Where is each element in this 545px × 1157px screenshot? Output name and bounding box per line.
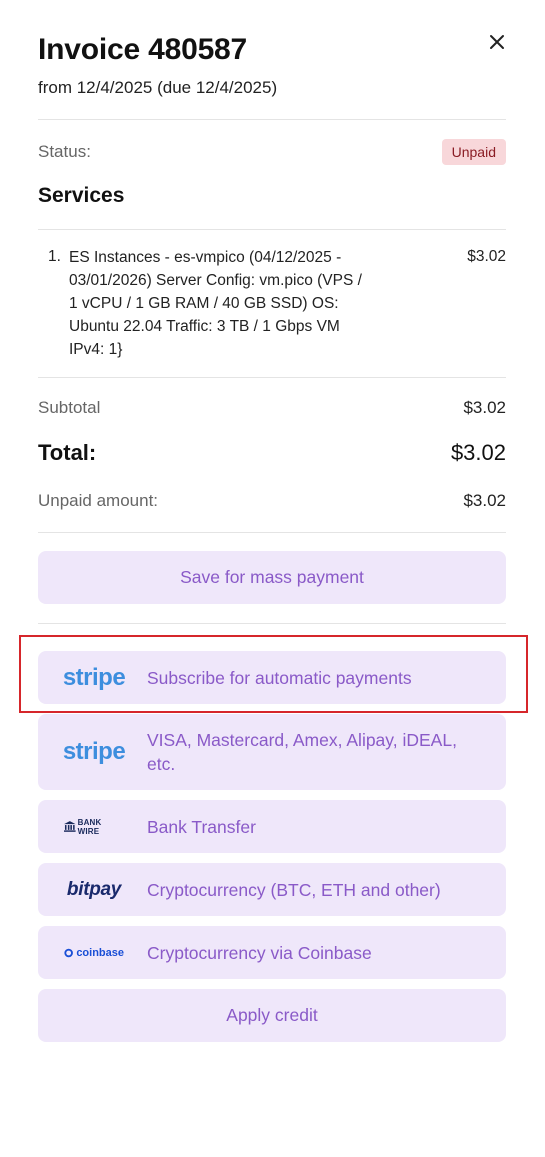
subtotal-label: Subtotal <box>38 398 101 417</box>
payment-stripe-card-button[interactable]: stripe VISA, Mastercard, Amex, Alipay, i… <box>38 714 506 790</box>
total-label: Total: <box>38 440 97 465</box>
stripe-logo: stripe <box>62 663 126 691</box>
unpaid-amount-value: $3.02 <box>463 491 506 510</box>
bank-icon <box>64 821 76 832</box>
divider <box>38 377 506 378</box>
close-button[interactable] <box>487 32 507 52</box>
payment-method-label: Subscribe for automatic payments <box>147 667 412 688</box>
divider <box>38 532 506 533</box>
coinbase-icon <box>64 948 73 957</box>
divider <box>38 119 506 120</box>
payment-stripe-subscribe-button[interactable]: stripe Subscribe for automatic payments <box>38 651 506 704</box>
service-number: 1. <box>48 248 61 265</box>
payment-coinbase-button[interactable]: coinbase Cryptocurrency via Coinbase <box>38 926 506 979</box>
payment-method-label: Bank Transfer <box>147 816 256 837</box>
divider <box>38 623 506 624</box>
service-description: ES Instances - es-vmpico (04/12/2025 - 0… <box>69 249 362 358</box>
apply-credit-label: Apply credit <box>226 1005 318 1025</box>
status-label: Status: <box>38 142 91 161</box>
unpaid-amount-label: Unpaid amount: <box>38 491 159 510</box>
payment-method-label: Cryptocurrency via Coinbase <box>147 942 372 963</box>
payment-method-label: VISA, Mastercard, Amex, Alipay, iDEAL, e… <box>147 730 457 774</box>
save-mass-payment-label: Save for mass payment <box>180 567 364 587</box>
total-value: $3.02 <box>450 440 506 465</box>
apply-credit-button[interactable]: Apply credit <box>38 989 506 1042</box>
bitpay-logo: bitpay <box>66 878 122 900</box>
payment-bitpay-button[interactable]: bitpay Cryptocurrency (BTC, ETH and othe… <box>38 863 506 916</box>
stripe-logo: stripe <box>62 738 126 765</box>
subtotal-value: $3.02 <box>463 398 506 417</box>
bank-wire-logo: BANK WIRE <box>64 818 124 836</box>
status-badge: Unpaid <box>441 139 506 165</box>
invoice-dates: from 12/4/2025 (due 12/4/2025) <box>38 78 278 97</box>
invoice-title: Invoice 480587 <box>38 33 248 66</box>
coinbase-logo: coinbase <box>64 947 124 959</box>
service-price: $3.02 <box>467 248 506 265</box>
save-mass-payment-button[interactable]: Save for mass payment <box>38 551 506 604</box>
payment-method-label: Cryptocurrency (BTC, ETH and other) <box>147 879 441 900</box>
divider <box>38 229 506 230</box>
services-heading: Services <box>38 184 125 207</box>
payment-bank-transfer-button[interactable]: BANK WIRE Bank Transfer <box>38 800 506 853</box>
close-icon <box>490 35 504 49</box>
